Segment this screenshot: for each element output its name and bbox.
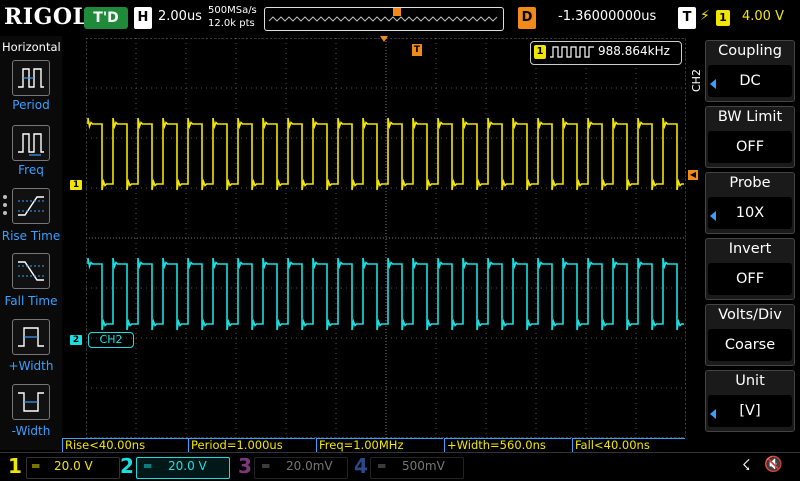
top-status-bar: RIGOL T'D H 2.00us 500MSa/s 12.0k pts D … bbox=[0, 0, 800, 36]
sample-rate: 500MSa/s bbox=[208, 5, 257, 16]
memory-overview-bar[interactable] bbox=[264, 7, 504, 31]
freq-label: Freq bbox=[18, 163, 44, 177]
negative-width-button[interactable] bbox=[12, 384, 50, 420]
probe-title: Probe bbox=[729, 175, 771, 191]
freq-counter-channel: 1 bbox=[534, 45, 546, 59]
positive-width-label: +Width bbox=[8, 359, 54, 373]
ch2-number[interactable]: 2 bbox=[120, 454, 134, 478]
ch1-scale: 20.0 V bbox=[54, 459, 93, 473]
brand-logo: RIGOL bbox=[4, 4, 89, 30]
timebase-value[interactable]: 2.00us bbox=[158, 9, 202, 24]
negative-width-label: -Width bbox=[11, 424, 51, 438]
rise-time-icon bbox=[18, 196, 44, 216]
frequency-icon bbox=[18, 133, 44, 156]
ch4-number[interactable]: 4 bbox=[354, 454, 368, 478]
measurement-period[interactable]: Period=1.000us bbox=[188, 438, 315, 452]
trigger-source: 1 bbox=[716, 10, 730, 26]
negative-width-icon bbox=[18, 392, 44, 412]
unit-button[interactable]: Unit [V] bbox=[705, 370, 795, 432]
ch1-coupling-icon: ═ bbox=[32, 459, 40, 473]
trigger-letter: T bbox=[678, 7, 696, 29]
probe-value: 10X bbox=[708, 197, 792, 229]
invert-title: Invert bbox=[728, 241, 772, 257]
measurement-fall[interactable]: Fall<40.00ns bbox=[572, 438, 685, 452]
waveform-display[interactable] bbox=[86, 38, 686, 438]
measurement-positive-width[interactable]: +Width=560.0ns bbox=[444, 438, 571, 452]
rising-edge-icon: ⚡ bbox=[700, 8, 710, 24]
ch2-offset-marker[interactable]: 2 bbox=[70, 335, 82, 345]
page-dots bbox=[3, 195, 9, 219]
rise-time-label: Rise Time bbox=[1, 229, 61, 243]
probe-button[interactable]: Probe 10X bbox=[705, 172, 795, 234]
period-button[interactable] bbox=[12, 60, 50, 96]
graticule-center bbox=[86, 38, 686, 438]
rise-time-button[interactable] bbox=[12, 188, 50, 224]
probe-arrow-icon bbox=[710, 211, 716, 221]
ch3-scale: 20.0mV bbox=[286, 459, 333, 473]
bw-limit-value: OFF bbox=[708, 131, 792, 163]
trigger-level[interactable]: 4.00 V bbox=[742, 9, 784, 24]
fall-time-icon bbox=[18, 261, 44, 281]
delay-value[interactable]: -1.36000000us bbox=[558, 9, 656, 24]
coupling-value: DC bbox=[708, 65, 792, 97]
fall-time-label: Fall Time bbox=[4, 294, 58, 308]
coupling-title: Coupling bbox=[718, 43, 782, 59]
ch2-scale: 20.0 V bbox=[168, 459, 207, 473]
ch4-scale: 500mV bbox=[402, 459, 445, 473]
trigger-status-badge[interactable]: T'D bbox=[84, 7, 128, 29]
delay-letter: D bbox=[518, 7, 536, 29]
invert-button[interactable]: Invert OFF bbox=[705, 238, 795, 300]
ch1-number[interactable]: 1 bbox=[8, 454, 22, 478]
unit-arrow-icon bbox=[710, 409, 716, 419]
speaker-mute-icon[interactable]: 🔇 bbox=[764, 455, 783, 473]
positive-width-icon bbox=[18, 327, 44, 347]
memory-depth: 12.0k pts bbox=[208, 18, 255, 29]
unit-title: Unit bbox=[735, 373, 765, 389]
freq-button[interactable] bbox=[12, 125, 50, 161]
menu-title: Horizontal bbox=[2, 40, 61, 54]
bw-limit-title: BW Limit bbox=[717, 109, 783, 125]
ch4-coupling-icon: ═ bbox=[378, 459, 386, 473]
measurement-rise[interactable]: Rise<40.00ns bbox=[62, 438, 189, 452]
bw-limit-button[interactable]: BW Limit OFF bbox=[705, 106, 795, 168]
period-icon bbox=[18, 68, 44, 88]
trigger-position-marker[interactable] bbox=[380, 36, 388, 42]
positive-width-button[interactable] bbox=[12, 319, 50, 355]
memory-trigger-marker bbox=[393, 8, 401, 16]
period-label: Period bbox=[12, 98, 50, 112]
measurement-freq[interactable]: Freq=1.00MHz bbox=[316, 438, 443, 452]
square-wave-icon bbox=[550, 46, 594, 58]
memory-overview-waveform bbox=[268, 8, 498, 22]
ch3-coupling-icon: ═ bbox=[262, 459, 270, 473]
invert-value: OFF bbox=[708, 263, 792, 295]
menu-channel-label: CH2 bbox=[690, 69, 703, 92]
volts-div-title: Volts/Div bbox=[718, 307, 782, 323]
fall-time-button[interactable] bbox=[12, 253, 50, 289]
ch2-coupling-icon: ═ bbox=[144, 459, 152, 473]
freq-counter-value: 988.864kHz bbox=[598, 44, 670, 58]
unit-value: [V] bbox=[708, 395, 792, 427]
trigger-marker: T bbox=[412, 44, 422, 56]
coupling-arrow-icon bbox=[710, 79, 716, 89]
ch2-label: CH2 bbox=[88, 332, 134, 348]
usb-icon: ☇ bbox=[742, 456, 751, 474]
ch3-number[interactable]: 3 bbox=[238, 454, 252, 478]
volts-div-button[interactable]: Volts/Div Coarse bbox=[705, 304, 795, 366]
coupling-button[interactable]: Coupling DC bbox=[705, 40, 795, 102]
volts-div-value: Coarse bbox=[708, 329, 792, 361]
timebase-letter: H bbox=[134, 7, 152, 29]
ch1-offset-marker[interactable]: 1 bbox=[70, 180, 82, 190]
